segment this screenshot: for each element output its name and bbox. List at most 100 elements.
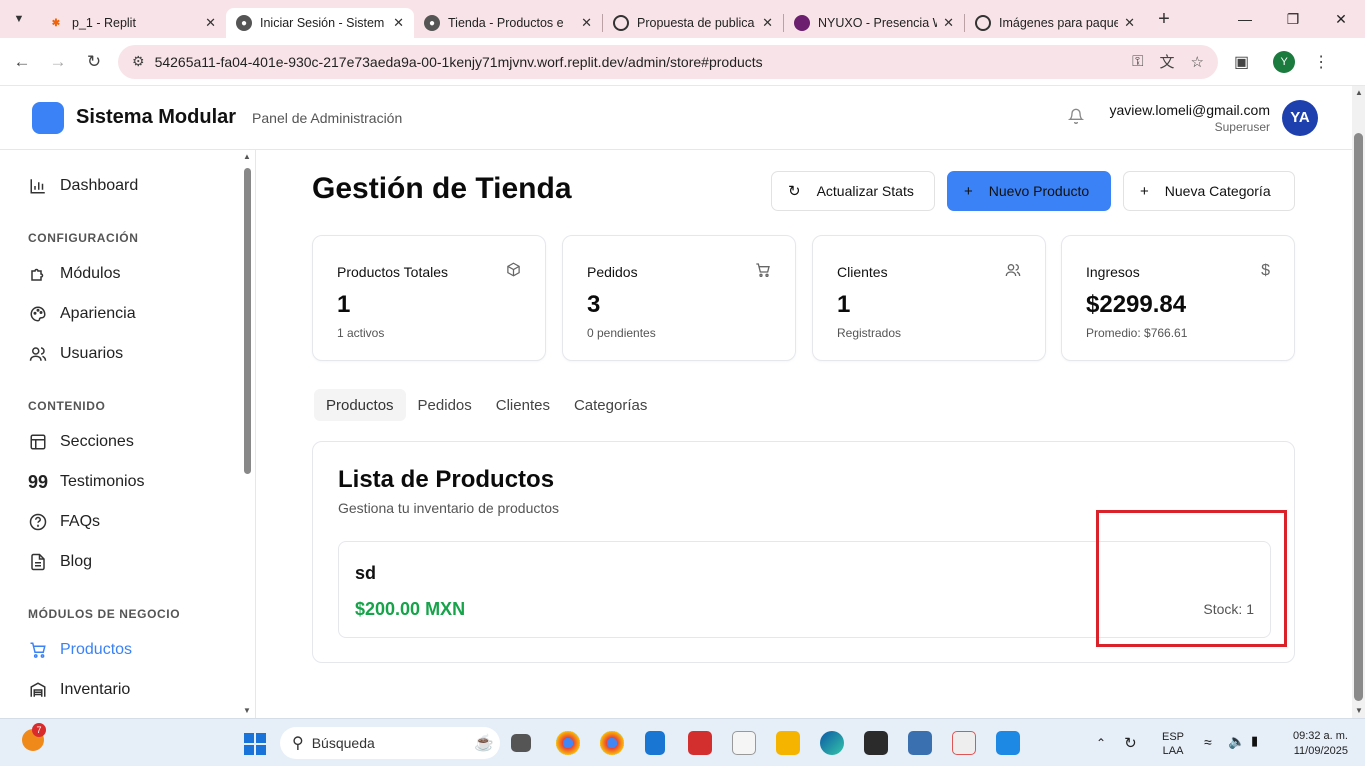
new-tab-plus-icon[interactable]: + bbox=[1149, 8, 1179, 31]
browser-tab-active[interactable]: ● Iniciar Sesión - Sistem ✕ bbox=[226, 8, 414, 38]
browser-menu-icon[interactable]: ⋮ bbox=[1313, 52, 1329, 72]
chrome-profile-y-icon[interactable] bbox=[600, 731, 624, 755]
pdf24-icon[interactable] bbox=[732, 731, 756, 755]
back-arrow-icon[interactable]: ← bbox=[4, 52, 40, 72]
close-window-icon[interactable]: ✕ bbox=[1317, 11, 1365, 28]
refresh-stats-button[interactable]: ↻ Actualizar Stats bbox=[771, 171, 935, 211]
scrollbar-thumb[interactable] bbox=[244, 168, 251, 474]
close-tab-icon[interactable]: ✕ bbox=[581, 15, 592, 31]
close-tab-icon[interactable]: ✕ bbox=[205, 15, 216, 31]
restore-icon[interactable]: ❐ bbox=[1269, 11, 1317, 28]
close-tab-icon[interactable]: ✕ bbox=[762, 15, 773, 31]
sidebar-item-modulos[interactable]: Módulos bbox=[28, 264, 120, 284]
scroll-down-arrow-icon[interactable]: ▼ bbox=[243, 706, 251, 715]
remote-desktop-icon[interactable] bbox=[908, 731, 932, 755]
browser-tab[interactable]: Imágenes para paque ✕ bbox=[965, 8, 1145, 38]
key-icon[interactable]: ⚿ bbox=[1132, 53, 1143, 70]
sync-icon[interactable]: ↻ bbox=[1124, 734, 1137, 752]
sidebar-item-blog[interactable]: Blog bbox=[28, 552, 92, 572]
new-category-button[interactable]: + Nueva Categoría bbox=[1123, 171, 1295, 211]
close-tab-icon[interactable]: ✕ bbox=[1124, 15, 1135, 31]
sidebar-item-faqs[interactable]: FAQs bbox=[28, 512, 100, 532]
chatgpt-icon bbox=[613, 15, 629, 31]
nyuxo-icon bbox=[794, 15, 810, 31]
keyboard-layout: LAA bbox=[1162, 745, 1184, 757]
task-view-icon[interactable] bbox=[511, 734, 531, 752]
sidebar-item-productos[interactable]: Productos bbox=[28, 640, 132, 660]
warehouse-icon bbox=[28, 680, 48, 700]
brand-title: Sistema Modular bbox=[76, 106, 237, 128]
reload-icon[interactable]: ↻ bbox=[76, 52, 112, 72]
pdf-reader-icon[interactable] bbox=[688, 731, 712, 755]
site-settings-icon[interactable]: ⚙ bbox=[132, 53, 145, 70]
tab-search-chevron-icon[interactable]: ▼ bbox=[0, 0, 38, 38]
sidebar-item-secciones[interactable]: Secciones bbox=[28, 432, 134, 452]
sidebar-label: Blog bbox=[60, 553, 93, 570]
page-scrollbar[interactable]: ▲ ▼ bbox=[1352, 86, 1365, 718]
scrollbar-thumb[interactable] bbox=[1354, 133, 1363, 701]
section-heading: MÓDULOS DE NEGOCIO bbox=[28, 607, 181, 621]
stat-card-products: Productos Totales 1 1 activos bbox=[312, 235, 546, 361]
dollar-icon: $ bbox=[1261, 262, 1270, 279]
translate-icon[interactable]: 文 bbox=[1160, 51, 1175, 72]
scroll-down-arrow-icon[interactable]: ▼ bbox=[1355, 706, 1363, 715]
new-product-button[interactable]: + Nuevo Producto bbox=[947, 171, 1111, 211]
close-tab-icon[interactable]: ✕ bbox=[393, 15, 404, 31]
sidebar-item-dashboard[interactable]: Dashboard bbox=[28, 176, 138, 196]
chrome-profile-e-icon[interactable] bbox=[556, 731, 580, 755]
clock[interactable]: 09:32 a. m. 11/09/2025 bbox=[1280, 729, 1348, 759]
stat-value: 1 bbox=[837, 291, 851, 318]
notepad-icon[interactable] bbox=[645, 731, 665, 755]
volume-icon[interactable]: 🔈 bbox=[1228, 733, 1245, 750]
sidebar-label: FAQs bbox=[60, 513, 101, 530]
extensions-puzzle-icon[interactable]: ▣ bbox=[1234, 52, 1249, 72]
scroll-up-arrow-icon[interactable]: ▲ bbox=[1355, 88, 1363, 97]
taskbar-search[interactable]: ⚲ Búsqueda ☕ bbox=[280, 727, 500, 759]
store-tabs: Productos Pedidos Clientes Categorías bbox=[314, 389, 659, 421]
close-tab-icon[interactable]: ✕ bbox=[943, 15, 954, 31]
wifi-icon[interactable]: ≈ bbox=[1204, 734, 1212, 750]
sidebar-item-apariencia[interactable]: Apariencia bbox=[28, 304, 136, 324]
browser-tab[interactable]: ● Tienda - Productos e ✕ bbox=[414, 8, 602, 38]
scroll-up-arrow-icon[interactable]: ▲ bbox=[243, 152, 251, 161]
stat-value: 1 bbox=[337, 291, 351, 318]
refresh-icon: ↻ bbox=[788, 183, 801, 200]
edge-icon[interactable] bbox=[820, 731, 844, 755]
star-icon[interactable]: ☆ bbox=[1191, 53, 1204, 71]
sidebar-item-inventario[interactable]: Inventario bbox=[28, 680, 130, 700]
bell-icon[interactable] bbox=[1067, 108, 1084, 128]
browser-tab[interactable]: ✱ p_1 - Replit ✕ bbox=[38, 8, 226, 38]
terminal-icon[interactable] bbox=[864, 731, 888, 755]
sidebar-item-testimonios[interactable]: 99 Testimonios bbox=[27, 471, 145, 492]
battery-icon[interactable]: ▮ bbox=[1251, 733, 1258, 749]
snipping-tool-icon[interactable] bbox=[952, 731, 976, 755]
language-indicator[interactable]: ESP LAA bbox=[1162, 730, 1184, 758]
tab-categorias[interactable]: Categorías bbox=[562, 389, 659, 421]
stat-title: Pedidos bbox=[587, 264, 638, 280]
minimize-icon[interactable]: — bbox=[1221, 11, 1269, 28]
chevron-up-icon[interactable]: ⌃ bbox=[1096, 736, 1106, 750]
button-label: Nueva Categoría bbox=[1164, 183, 1271, 199]
browser-tab[interactable]: NYUXO - Presencia W ✕ bbox=[784, 8, 964, 38]
windows-start-icon[interactable] bbox=[244, 733, 266, 755]
tab-pedidos[interactable]: Pedidos bbox=[406, 389, 484, 421]
sidebar: Dashboard CONFIGURACIÓN Módulos Aparienc… bbox=[0, 150, 256, 718]
sidebar-scrollbar[interactable]: ▲ ▼ bbox=[240, 150, 254, 718]
tab-productos[interactable]: Productos bbox=[314, 389, 406, 421]
weather-widget-icon[interactable]: 7 bbox=[22, 723, 46, 751]
sidebar-item-usuarios[interactable]: Usuarios bbox=[28, 344, 123, 364]
profile-avatar[interactable]: Y bbox=[1273, 50, 1296, 73]
product-price: $200.00 MXN bbox=[355, 599, 466, 619]
avatar[interactable]: YA bbox=[1282, 99, 1318, 136]
browser-tab[interactable]: Propuesta de publica ✕ bbox=[603, 8, 783, 38]
user-role: Superuser bbox=[1214, 119, 1270, 134]
tab-clientes[interactable]: Clientes bbox=[484, 389, 562, 421]
url-text[interactable]: 54265a11-fa04-401e-930c-217e73aeda9a-00-… bbox=[155, 54, 1117, 70]
address-bar[interactable]: ⚙ 54265a11-fa04-401e-930c-217e73aeda9a-0… bbox=[118, 44, 1218, 79]
photos-icon[interactable] bbox=[996, 731, 1020, 755]
quote-icon: 99 bbox=[27, 471, 49, 492]
forward-arrow-icon[interactable]: → bbox=[40, 52, 76, 72]
product-name: sd bbox=[355, 563, 377, 583]
file-explorer-icon[interactable] bbox=[776, 731, 800, 755]
chatgpt-icon bbox=[975, 15, 991, 31]
